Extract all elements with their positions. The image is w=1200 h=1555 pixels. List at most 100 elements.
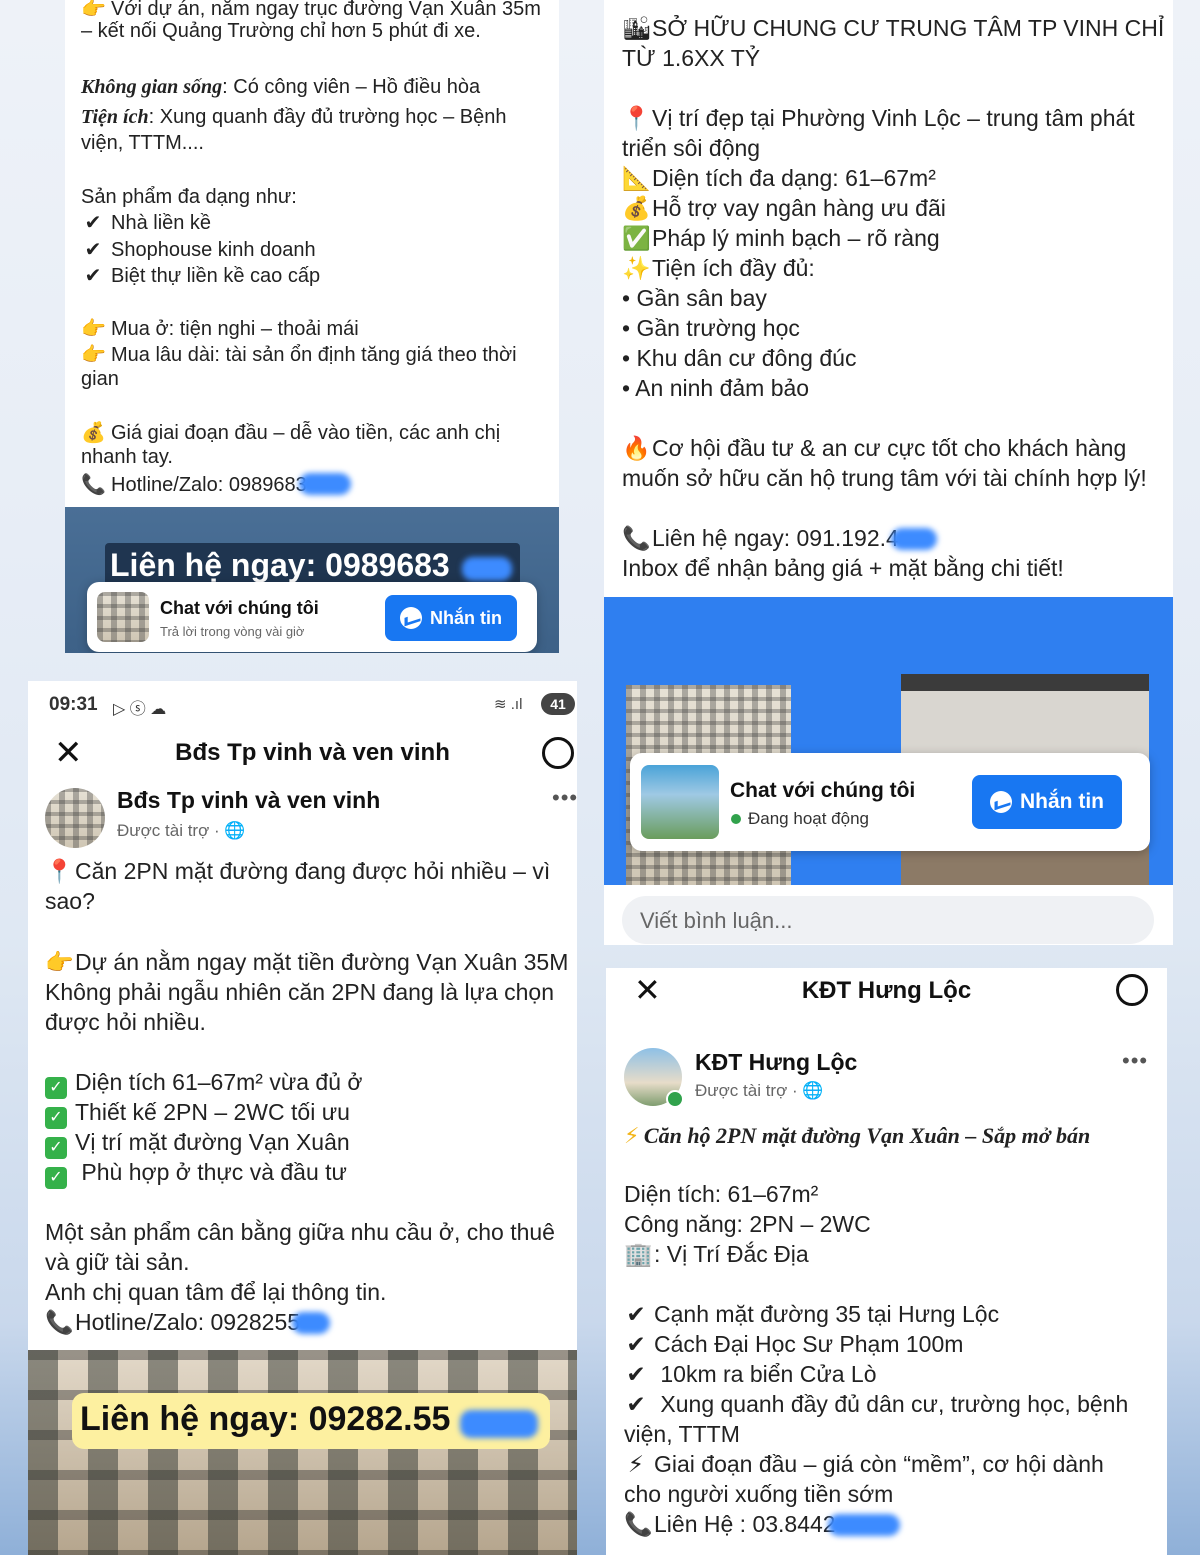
line-text: Hotline/Zalo: 0989683 xyxy=(111,474,307,496)
line-text: Cạnh mặt đường 35 tại Hưng Lộc xyxy=(654,1301,1000,1327)
line-icon: 💰 xyxy=(81,422,106,444)
line-icon: ✔ xyxy=(84,212,102,234)
chat-status: Đang hoạt động xyxy=(748,809,869,828)
page-name[interactable]: KĐT Hưng Lộc xyxy=(695,1049,857,1076)
redacted-number xyxy=(292,1312,331,1334)
page-name[interactable]: Bđs Tp vinh và ven vinh xyxy=(117,787,380,814)
line-icon: ✔ xyxy=(84,239,102,261)
line-text: Liên hệ ngay: 091.192.4 xyxy=(652,525,899,551)
line-text: Biệt thự liền kề cao cấp xyxy=(111,265,321,287)
line-icon: 📍 xyxy=(622,105,651,131)
online-dot-icon xyxy=(731,814,741,824)
post-panel-bottom-right: ✕ KĐT Hưng Lộc KĐT Hưng Lộc Được tài trợ… xyxy=(606,968,1167,1555)
line-text: sao? xyxy=(45,888,95,914)
line-text: gian xyxy=(81,368,119,390)
avatar[interactable] xyxy=(45,788,105,848)
message-button[interactable]: Nhắn tin xyxy=(385,595,517,641)
line-text: Giá giai đoạn đầu – dễ vào tiền, các anh… xyxy=(111,422,501,444)
line-text: Căn 2PN mặt đường đang được hỏi nhiều – … xyxy=(75,858,551,884)
line-icon: 📞 xyxy=(622,525,651,551)
line-icon: 🏙 xyxy=(622,15,652,41)
post-line: muốn sở hữu căn hộ trung tâm với tài chí… xyxy=(622,465,1147,492)
line-icon: ✔ xyxy=(626,1301,646,1327)
line-icon: 📞 xyxy=(624,1511,653,1537)
line-text: Tiện ích đầy đủ: xyxy=(652,255,815,281)
banner-phone-text: Liên hệ ngay: 0989683 xyxy=(110,547,450,583)
post-line: ✔ Cạnh mặt đường 35 tại Hưng Lộc xyxy=(624,1301,999,1328)
post-line: 📞Hotline/Zalo: 0928255 xyxy=(45,1309,331,1336)
line-icon: 📞 xyxy=(81,474,106,496)
search-icon[interactable] xyxy=(542,737,574,769)
line-text: nhanh tay. xyxy=(81,446,173,468)
redacted-number xyxy=(827,1514,900,1536)
banner-phone-text: Liên hệ ngay: 09282.55 xyxy=(80,1400,451,1438)
line-icon: 🔥 xyxy=(622,435,651,461)
header-title: KĐT Hưng Lộc xyxy=(801,977,972,1004)
line-label: Không gian sống xyxy=(81,76,223,98)
line-text: viện, TTTM.... xyxy=(81,132,204,154)
messenger-icon xyxy=(400,607,422,629)
line-icon: 👉 xyxy=(81,0,106,20)
sponsored-text: Được tài trợ · xyxy=(117,821,225,840)
post-line: Không gian sống: Có công viên – Hồ điều … xyxy=(81,76,480,99)
chat-card[interactable]: Chat với chúng tôi Đang hoạt động Nhắn t… xyxy=(630,753,1150,851)
lightning-icon: ⚡ xyxy=(624,1123,640,1148)
post-line: ✅Pháp lý minh bạch – rõ ràng xyxy=(622,225,940,252)
comment-input[interactable]: Viết bình luận... xyxy=(622,896,1154,944)
post-line: sao? xyxy=(45,888,95,915)
line-text: viện, TTTM xyxy=(624,1421,740,1447)
check-mark-icon: ✓ xyxy=(45,1137,67,1159)
line-text: • Khu dân cư đông đúc xyxy=(622,345,857,371)
sponsored-label: Được tài trợ · 🌐 xyxy=(117,821,246,841)
line-icon: 👉 xyxy=(81,344,106,366)
message-button-label: Nhắn tin xyxy=(1020,790,1104,813)
line-icon: 👉 xyxy=(81,318,106,340)
post-line: • Gần sân bay xyxy=(622,285,767,312)
post-line: 💰Hỗ trợ vay ngân hàng ưu đãi xyxy=(622,195,946,222)
more-options-icon[interactable]: ••• xyxy=(1122,1048,1148,1074)
post-panel-bottom-left: 09:31 ▷ ⓢ ☁ ≋ .ıl 41 ✕ Bđs Tp vinh và ve… xyxy=(28,681,577,1555)
line-text: Với dự án, nằm ngay trục đường Vạn Xuân … xyxy=(111,0,541,20)
line-icon: 👉 xyxy=(45,949,74,975)
post-line: TỪ 1.6XX TỶ xyxy=(622,45,760,72)
post-line: 📞 Hotline/Zalo: 0989683 xyxy=(81,472,351,497)
search-icon[interactable] xyxy=(1116,974,1148,1006)
line-text: Không phải ngẫu nhiên căn 2PN đang là lự… xyxy=(45,979,555,1005)
redacted-number xyxy=(460,1410,538,1438)
line-icon: ✅ xyxy=(622,225,651,251)
line-text: Vị trí mặt đường Vạn Xuân xyxy=(75,1129,350,1155)
post-line: Inbox để nhận bảng giá + mặt bằng chi ti… xyxy=(622,555,1064,582)
chat-card[interactable]: Chat với chúng tôi Trả lời trong vòng và… xyxy=(87,582,537,652)
post-line: ✓ Diện tích 61–67m² vừa đủ ở xyxy=(45,1069,362,1099)
globe-icon: 🌐 xyxy=(802,1081,824,1100)
post-line: 👉 Với dự án, nằm ngay trục đường Vạn Xuân… xyxy=(81,0,541,21)
line-text: muốn sở hữu căn hộ trung tâm với tài chí… xyxy=(622,465,1147,491)
line-text: và giữ tài sản. xyxy=(45,1249,190,1275)
post-line: 🏢: Vị Trí Đắc Địa xyxy=(624,1241,809,1268)
line-text: Xung quanh đầy đủ dân cư, trường học, bệ… xyxy=(654,1391,1129,1417)
line-text: Mua lâu dài: tài sản ổn định tăng giá th… xyxy=(111,344,517,366)
post-line: 📍Vị trí đẹp tại Phường Vinh Lộc – trung … xyxy=(622,105,1135,132)
post-line: ✔ Xung quanh đầy đủ dân cư, trường học, … xyxy=(624,1391,1128,1418)
line-text: Mua ở: tiện nghi – thoải mái xyxy=(111,318,359,340)
more-options-icon[interactable]: ••• xyxy=(552,785,577,811)
chat-title: Chat với chúng tôi xyxy=(160,598,319,618)
line-text: Cơ hội đầu tư & an cư cực tốt cho khách … xyxy=(652,435,1127,461)
line-text: 10km ra biển Cửa Lò xyxy=(654,1361,877,1387)
line-text: Anh chị quan tâm để lại thông tin. xyxy=(45,1279,387,1305)
line-text: Một sản phẩm cân bằng giữa nhu cầu ở, ch… xyxy=(45,1219,555,1245)
post-line: 📞Liên Hệ : 03.8442 xyxy=(624,1511,900,1538)
post-line: ✔ Shophouse kinh doanh xyxy=(81,237,316,262)
post-line: – kết nối Quảng Trường chỉ hơn 5 phút đi… xyxy=(81,20,481,43)
line-text: : Xung quanh đầy đủ trường học – Bệnh xyxy=(148,106,507,128)
line-text: cho người xuống tiền sớm xyxy=(624,1481,894,1507)
status-time: 09:31 xyxy=(49,694,98,715)
messenger-icon xyxy=(990,791,1012,813)
post-line: Không phải ngẫu nhiên căn 2PN đang là lự… xyxy=(45,979,554,1006)
line-text: Thiết kế 2PN – 2WC tối ưu xyxy=(75,1099,350,1125)
status-icons: ▷ ⓢ ☁ xyxy=(113,701,167,718)
check-mark-icon: ✓ xyxy=(45,1077,67,1099)
message-button[interactable]: Nhắn tin xyxy=(972,775,1122,829)
post-line: • An ninh đảm bảo xyxy=(622,375,809,402)
post-line: ✔ Nhà liền kề xyxy=(81,210,211,235)
